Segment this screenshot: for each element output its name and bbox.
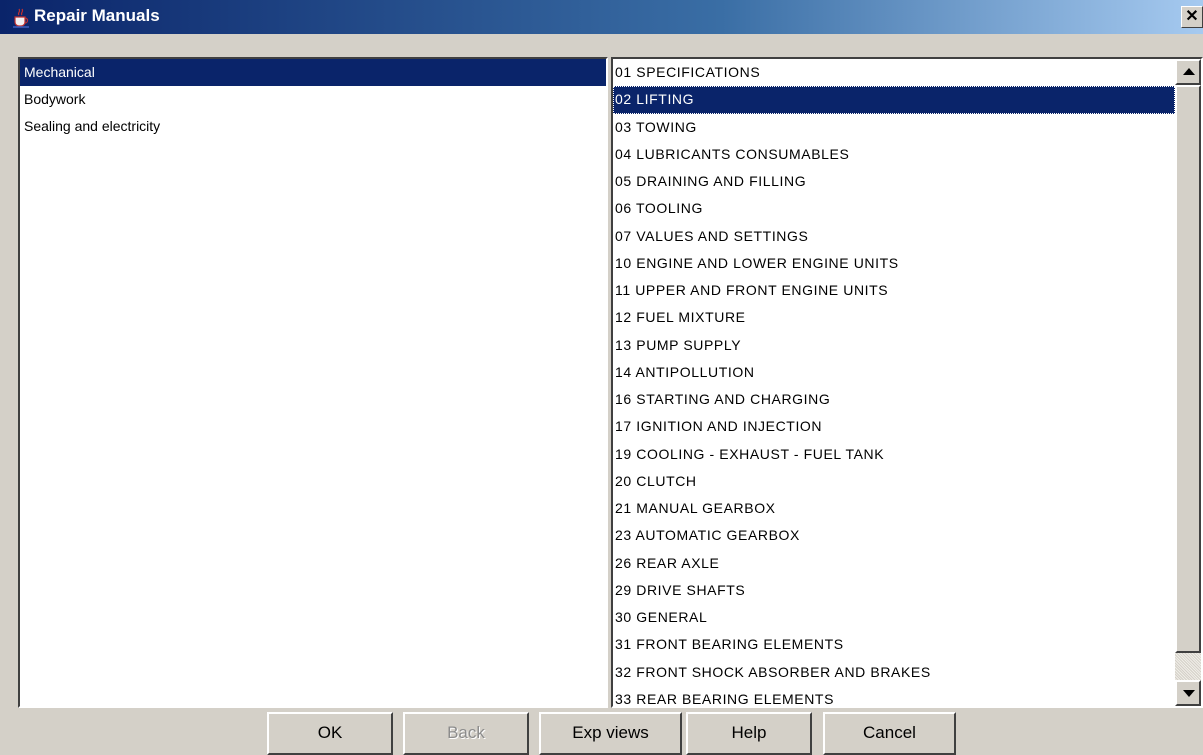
section-item[interactable]: 12 FUEL MIXTURE: [613, 304, 1175, 331]
section-item[interactable]: 17 IGNITION AND INJECTION: [613, 413, 1175, 440]
category-list[interactable]: Mechanical Bodywork Sealing and electricit…: [18, 57, 608, 708]
section-item[interactable]: 05 DRAINING AND FILLING: [613, 168, 1175, 195]
cancel-button[interactable]: Cancel: [823, 712, 956, 755]
category-item[interactable]: Mechanical: [20, 59, 606, 86]
section-item[interactable]: 02 LIFTING: [613, 86, 1175, 114]
section-item[interactable]: 11 UPPER AND FRONT ENGINE UNITS: [613, 277, 1175, 304]
section-item[interactable]: 07 VALUES AND SETTINGS: [613, 223, 1175, 250]
close-icon: ✕: [1185, 8, 1199, 25]
section-item[interactable]: 23 AUTOMATIC GEARBOX: [613, 522, 1175, 549]
back-button[interactable]: Back: [403, 712, 529, 755]
section-item[interactable]: 29 DRIVE SHAFTS: [613, 577, 1175, 604]
section-item[interactable]: 13 PUMP SUPPLY: [613, 332, 1175, 359]
category-item[interactable]: Bodywork: [20, 86, 606, 113]
section-item[interactable]: 03 TOWING: [613, 114, 1175, 141]
section-item[interactable]: 30 GENERAL: [613, 604, 1175, 631]
section-item[interactable]: 33 REAR BEARING ELEMENTS: [613, 686, 1175, 706]
section-item[interactable]: 19 COOLING - EXHAUST - FUEL TANK: [613, 441, 1175, 468]
scroll-down-button[interactable]: [1175, 680, 1201, 706]
section-item[interactable]: 26 REAR AXLE: [613, 550, 1175, 577]
close-button[interactable]: ✕: [1181, 6, 1203, 28]
section-item[interactable]: 01 SPECIFICATIONS: [613, 59, 1175, 86]
section-item[interactable]: 16 STARTING AND CHARGING: [613, 386, 1175, 413]
exp-views-button[interactable]: Exp views: [539, 712, 682, 755]
java-cup-icon: [10, 6, 32, 28]
arrow-up-icon: [1183, 68, 1195, 75]
category-items: Mechanical Bodywork Sealing and electricit…: [20, 59, 606, 140]
vertical-scrollbar[interactable]: [1175, 59, 1201, 706]
section-item[interactable]: 31 FRONT BEARING ELEMENTS: [613, 631, 1175, 658]
window-title: Repair Manuals: [34, 6, 160, 25]
section-item[interactable]: 21 MANUAL GEARBOX: [613, 495, 1175, 522]
section-item[interactable]: 10 ENGINE AND LOWER ENGINE UNITS: [613, 250, 1175, 277]
section-item[interactable]: 06 TOOLING: [613, 195, 1175, 222]
section-item[interactable]: 04 LUBRICANTS CONSUMABLES: [613, 141, 1175, 168]
scroll-up-button[interactable]: [1175, 59, 1201, 85]
help-button[interactable]: Help: [686, 712, 812, 755]
category-item[interactable]: Sealing and electricity: [20, 113, 606, 140]
title-bar: Repair Manuals ✕: [0, 0, 1203, 34]
section-item[interactable]: 14 ANTIPOLLUTION: [613, 359, 1175, 386]
scroll-thumb[interactable]: [1175, 85, 1201, 653]
section-items: 01 SPECIFICATIONS 02 LIFTING 03 TOWING 04 L…: [613, 59, 1175, 706]
section-item[interactable]: 20 CLUTCH: [613, 468, 1175, 495]
arrow-down-icon: [1183, 690, 1195, 697]
section-list[interactable]: 01 SPECIFICATIONS 02 LIFTING 03 TOWING 04 L…: [611, 57, 1203, 708]
section-item[interactable]: 32 FRONT SHOCK ABSORBER AND BRAKES: [613, 659, 1175, 686]
ok-button[interactable]: OK: [267, 712, 393, 755]
